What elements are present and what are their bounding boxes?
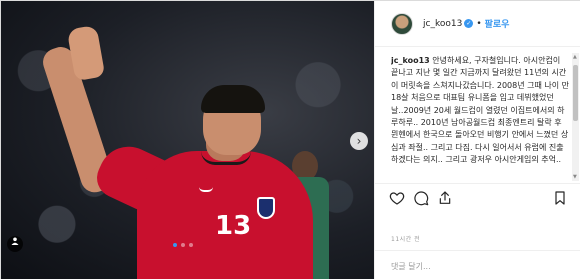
follow-button[interactable]: 팔로우	[485, 17, 510, 30]
bookmark-icon[interactable]	[552, 190, 568, 206]
header-separator: •	[476, 18, 482, 29]
team-crest-icon	[257, 197, 275, 219]
post-caption: jc_koo13 안녕하세요, 구자철입니다. 아시안컵이 끝나고 지난 몇 일…	[391, 55, 569, 180]
scroll-up-icon[interactable]: ▲	[573, 54, 577, 60]
player-hair	[201, 85, 265, 113]
caption-username[interactable]: jc_koo13	[391, 56, 430, 65]
heart-icon[interactable]	[389, 190, 405, 206]
carousel-dot	[181, 243, 185, 247]
caption-scrollbar[interactable]: ▲ ▼	[572, 53, 579, 181]
share-icon[interactable]	[437, 190, 453, 206]
post-photo[interactable]: 13 ›	[1, 1, 374, 279]
verified-badge-icon: ✓	[464, 19, 474, 28]
instagram-post: 13 › jc_koo13 ✓ • 팔로우 jc_koo13 안녕하세요, 구자…	[0, 0, 580, 279]
main-player: 13	[1, 1, 374, 279]
carousel-dot-active	[173, 243, 177, 247]
post-timestamp[interactable]: 11시간 전	[391, 234, 420, 243]
post-sidebar: jc_koo13 ✓ • 팔로우 jc_koo13 안녕하세요, 구자철입니다.…	[374, 1, 580, 279]
scrollbar-thumb[interactable]	[573, 65, 578, 121]
caption-text: 안녕하세요, 구자철입니다. 아시안컵이 끝나고 지난 몇 일간 지금까지 달려…	[391, 56, 569, 165]
carousel-indicator	[173, 243, 193, 247]
chevron-right-icon[interactable]: ›	[350, 132, 368, 150]
post-header: jc_koo13 ✓ • 팔로우	[375, 1, 580, 47]
username-link[interactable]: jc_koo13	[423, 19, 462, 29]
comment-bar	[375, 250, 580, 279]
action-bar	[375, 183, 580, 211]
scroll-down-icon[interactable]: ▼	[573, 174, 577, 180]
avatar[interactable]	[391, 12, 413, 35]
jersey-number: 13	[215, 211, 252, 241]
carousel-dot	[189, 243, 193, 247]
comment-input[interactable]	[391, 259, 566, 273]
comment-icon[interactable]	[413, 190, 429, 206]
user-tag-icon[interactable]	[7, 236, 23, 252]
